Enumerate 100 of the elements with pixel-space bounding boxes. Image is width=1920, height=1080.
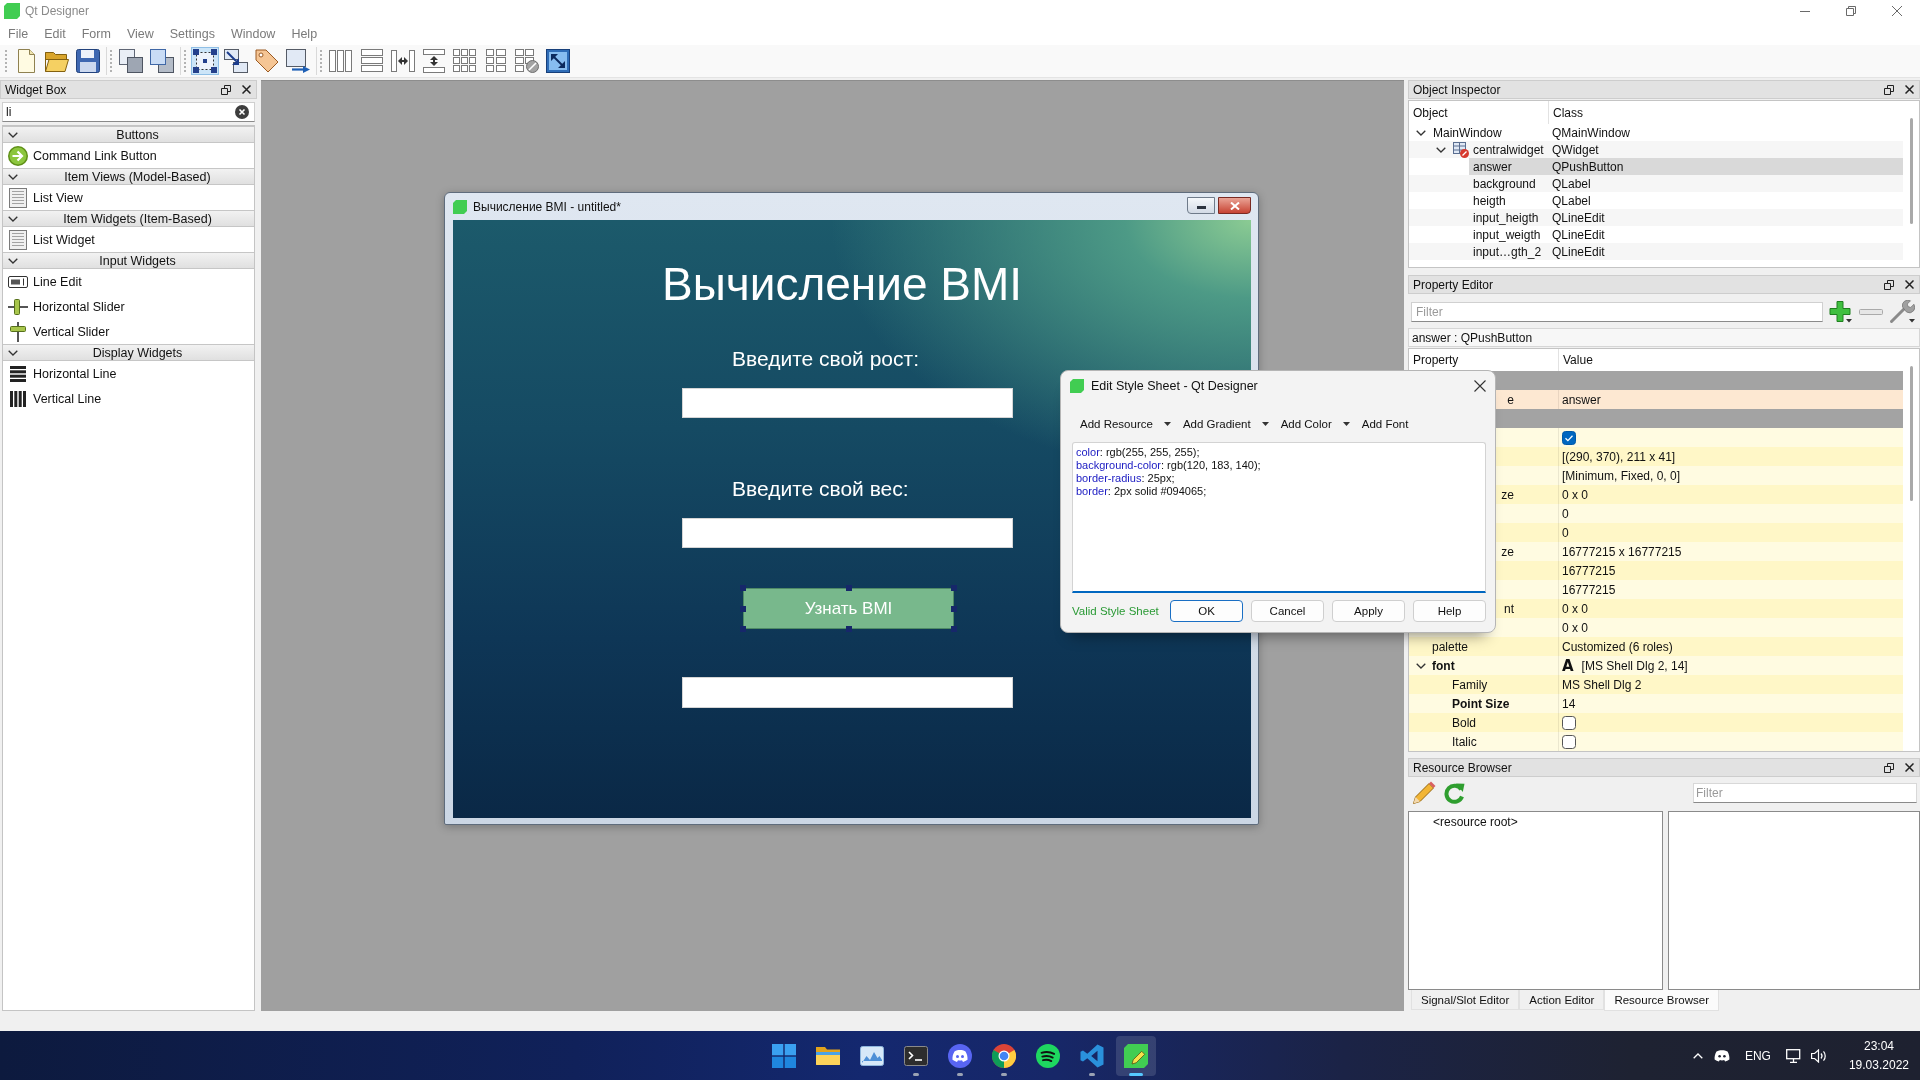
scrollbar-thumb[interactable] bbox=[1910, 118, 1913, 224]
category-header[interactable]: Item Views (Model-Based) bbox=[3, 168, 254, 185]
validation-status: Valid Style Sheet bbox=[1072, 605, 1159, 617]
menu-item[interactable]: Help bbox=[283, 23, 326, 44]
menu-item[interactable]: Settings bbox=[161, 23, 223, 44]
circular-arrow-icon[interactable] bbox=[1443, 781, 1465, 804]
close-icon[interactable] bbox=[1905, 280, 1914, 289]
gamepad-icon[interactable] bbox=[1713, 1049, 1730, 1062]
checkbox[interactable] bbox=[1562, 430, 1576, 445]
tree-item[interactable]: <resource root> bbox=[1433, 815, 1518, 829]
system-icons-button[interactable] bbox=[1785, 1048, 1827, 1063]
tab[interactable]: Resource Browser bbox=[1604, 990, 1719, 1011]
dialog-button[interactable]: Help bbox=[1413, 600, 1486, 622]
clear-icon[interactable] bbox=[235, 105, 249, 119]
close-icon[interactable] bbox=[1905, 85, 1914, 94]
filter-field[interactable]: li bbox=[2, 102, 255, 122]
tool-button[interactable]: Add Font bbox=[1361, 414, 1409, 434]
tab[interactable]: Action Editor bbox=[1519, 990, 1605, 1010]
undock-icon[interactable] bbox=[221, 84, 231, 95]
tree-item[interactable]: answer QPushButton bbox=[1469, 158, 1903, 175]
resize-handle-icon[interactable] bbox=[951, 605, 957, 612]
widget-item[interactable]: Horizontal Line bbox=[3, 361, 254, 386]
resize-handle-icon[interactable] bbox=[845, 626, 852, 632]
column-header[interactable]: Object bbox=[1409, 101, 1549, 124]
plus-icon[interactable] bbox=[1829, 301, 1853, 323]
minimize-button[interactable] bbox=[1187, 197, 1215, 214]
tab[interactable]: Signal/Slot Editor bbox=[1411, 990, 1520, 1010]
taskbar-button[interactable] bbox=[1116, 1035, 1156, 1076]
widget-item[interactable]: Horizontal Slider bbox=[3, 294, 254, 319]
ribbon-icon bbox=[1080, 1043, 1104, 1068]
widget-item[interactable]: Vertical Slider bbox=[3, 319, 254, 344]
menu-item[interactable]: File bbox=[0, 23, 37, 44]
toolbar-button[interactable] bbox=[544, 47, 572, 75]
toolbar-button[interactable] bbox=[284, 47, 312, 75]
menu-item[interactable]: Window bbox=[222, 23, 284, 44]
wrench-icon[interactable] bbox=[1889, 300, 1915, 324]
dialog-button[interactable]: Cancel bbox=[1251, 600, 1324, 622]
category-header[interactable]: Input Widgets bbox=[3, 252, 254, 269]
menu-item[interactable]: Edit bbox=[36, 23, 74, 44]
widget-item[interactable]: Line Edit bbox=[3, 269, 254, 294]
property-row[interactable]: palette Customized (6 roles) bbox=[1409, 637, 1903, 656]
checkbox[interactable] bbox=[1562, 734, 1576, 749]
column-header[interactable]: Class bbox=[1549, 101, 1583, 124]
toolbar-button[interactable] bbox=[389, 47, 417, 75]
menu-item[interactable]: View bbox=[118, 23, 162, 44]
tree-item[interactable]: heigth QLabel bbox=[1469, 192, 1903, 209]
toolbar-button[interactable] bbox=[74, 47, 102, 75]
pencil-icon[interactable] bbox=[1412, 780, 1436, 805]
dropdown-button[interactable]: Add Resource bbox=[1080, 414, 1171, 434]
chevron-down-icon[interactable] bbox=[1436, 146, 1446, 153]
menu-item[interactable]: Form bbox=[73, 23, 119, 44]
dialog-button[interactable]: OK bbox=[1170, 600, 1243, 622]
chevron-down-icon[interactable] bbox=[1416, 129, 1426, 136]
undock-icon[interactable] bbox=[1884, 762, 1894, 773]
widget-item[interactable]: Command Link Button bbox=[3, 143, 254, 168]
property-row[interactable]: Bold bbox=[1409, 713, 1903, 732]
clock-button[interactable]: 23:04 19.03.2022 bbox=[1848, 1036, 1909, 1075]
scrollbar-thumb[interactable] bbox=[1910, 366, 1913, 501]
undock-icon[interactable] bbox=[1884, 84, 1894, 95]
input-field[interactable] bbox=[682, 677, 1013, 708]
close-icon[interactable] bbox=[1905, 763, 1914, 772]
toolbar-button[interactable] bbox=[420, 47, 448, 75]
resize-handle-icon[interactable] bbox=[740, 605, 746, 612]
input-field[interactable] bbox=[682, 388, 1013, 418]
chevron-down-icon[interactable] bbox=[1416, 662, 1426, 669]
toolbar-button[interactable] bbox=[191, 47, 219, 75]
tree-item[interactable]: input_weigth QLineEdit bbox=[1469, 226, 1903, 243]
toolbar-button[interactable] bbox=[117, 47, 145, 75]
checkbox[interactable] bbox=[1562, 715, 1576, 730]
category-header[interactable]: Buttons bbox=[3, 126, 254, 143]
resize-handle-icon[interactable] bbox=[951, 585, 957, 591]
close-icon[interactable] bbox=[1474, 380, 1486, 392]
widget-item[interactable]: List View bbox=[3, 185, 254, 210]
dropdown-button[interactable]: Add Color bbox=[1280, 414, 1350, 434]
column-header[interactable]: Value bbox=[1559, 349, 1593, 371]
stylesheet-editor[interactable]: color: rgb(255, 255, 255); background-color: rgb(120, 183, 140); border-radius: 25px; border: 2px solid #094065; bbox=[1072, 442, 1486, 593]
toolbar-button[interactable] bbox=[148, 47, 176, 75]
input-field[interactable] bbox=[682, 518, 1013, 548]
close-button[interactable] bbox=[1218, 197, 1251, 214]
widget-item[interactable]: Vertical Line bbox=[3, 386, 254, 411]
dialog-button[interactable]: Apply bbox=[1332, 600, 1405, 622]
category-header[interactable]: Display Widgets bbox=[3, 344, 254, 361]
resize-handle-icon[interactable] bbox=[740, 585, 746, 591]
resize-handle-icon[interactable] bbox=[845, 585, 852, 591]
property-row[interactable]: Point Size 14 bbox=[1409, 694, 1903, 713]
category-header[interactable]: Item Widgets (Item-Based) bbox=[3, 210, 254, 227]
dropdown-button[interactable]: Add Gradient bbox=[1182, 414, 1269, 434]
resize-handle-icon[interactable] bbox=[951, 626, 957, 632]
close-icon[interactable] bbox=[242, 85, 251, 94]
toolbar-button[interactable] bbox=[222, 47, 250, 75]
property-row[interactable]: font A [MS Shell Dlg 2, 14] bbox=[1409, 656, 1903, 675]
tree-item[interactable]: MainWindow QMainWindow bbox=[1429, 124, 1903, 141]
grid-icon bbox=[453, 49, 477, 73]
resize-handle-icon[interactable] bbox=[740, 626, 746, 632]
language-indicator[interactable]: ENG bbox=[1744, 1048, 1771, 1063]
property-row[interactable]: Italic bbox=[1409, 732, 1903, 751]
chevron-up-icon[interactable] bbox=[1692, 1052, 1703, 1059]
undock-icon[interactable] bbox=[1884, 279, 1894, 290]
widget-item[interactable]: List Widget bbox=[3, 227, 254, 252]
property-row[interactable]: Family MS Shell Dlg 2 bbox=[1409, 675, 1903, 694]
